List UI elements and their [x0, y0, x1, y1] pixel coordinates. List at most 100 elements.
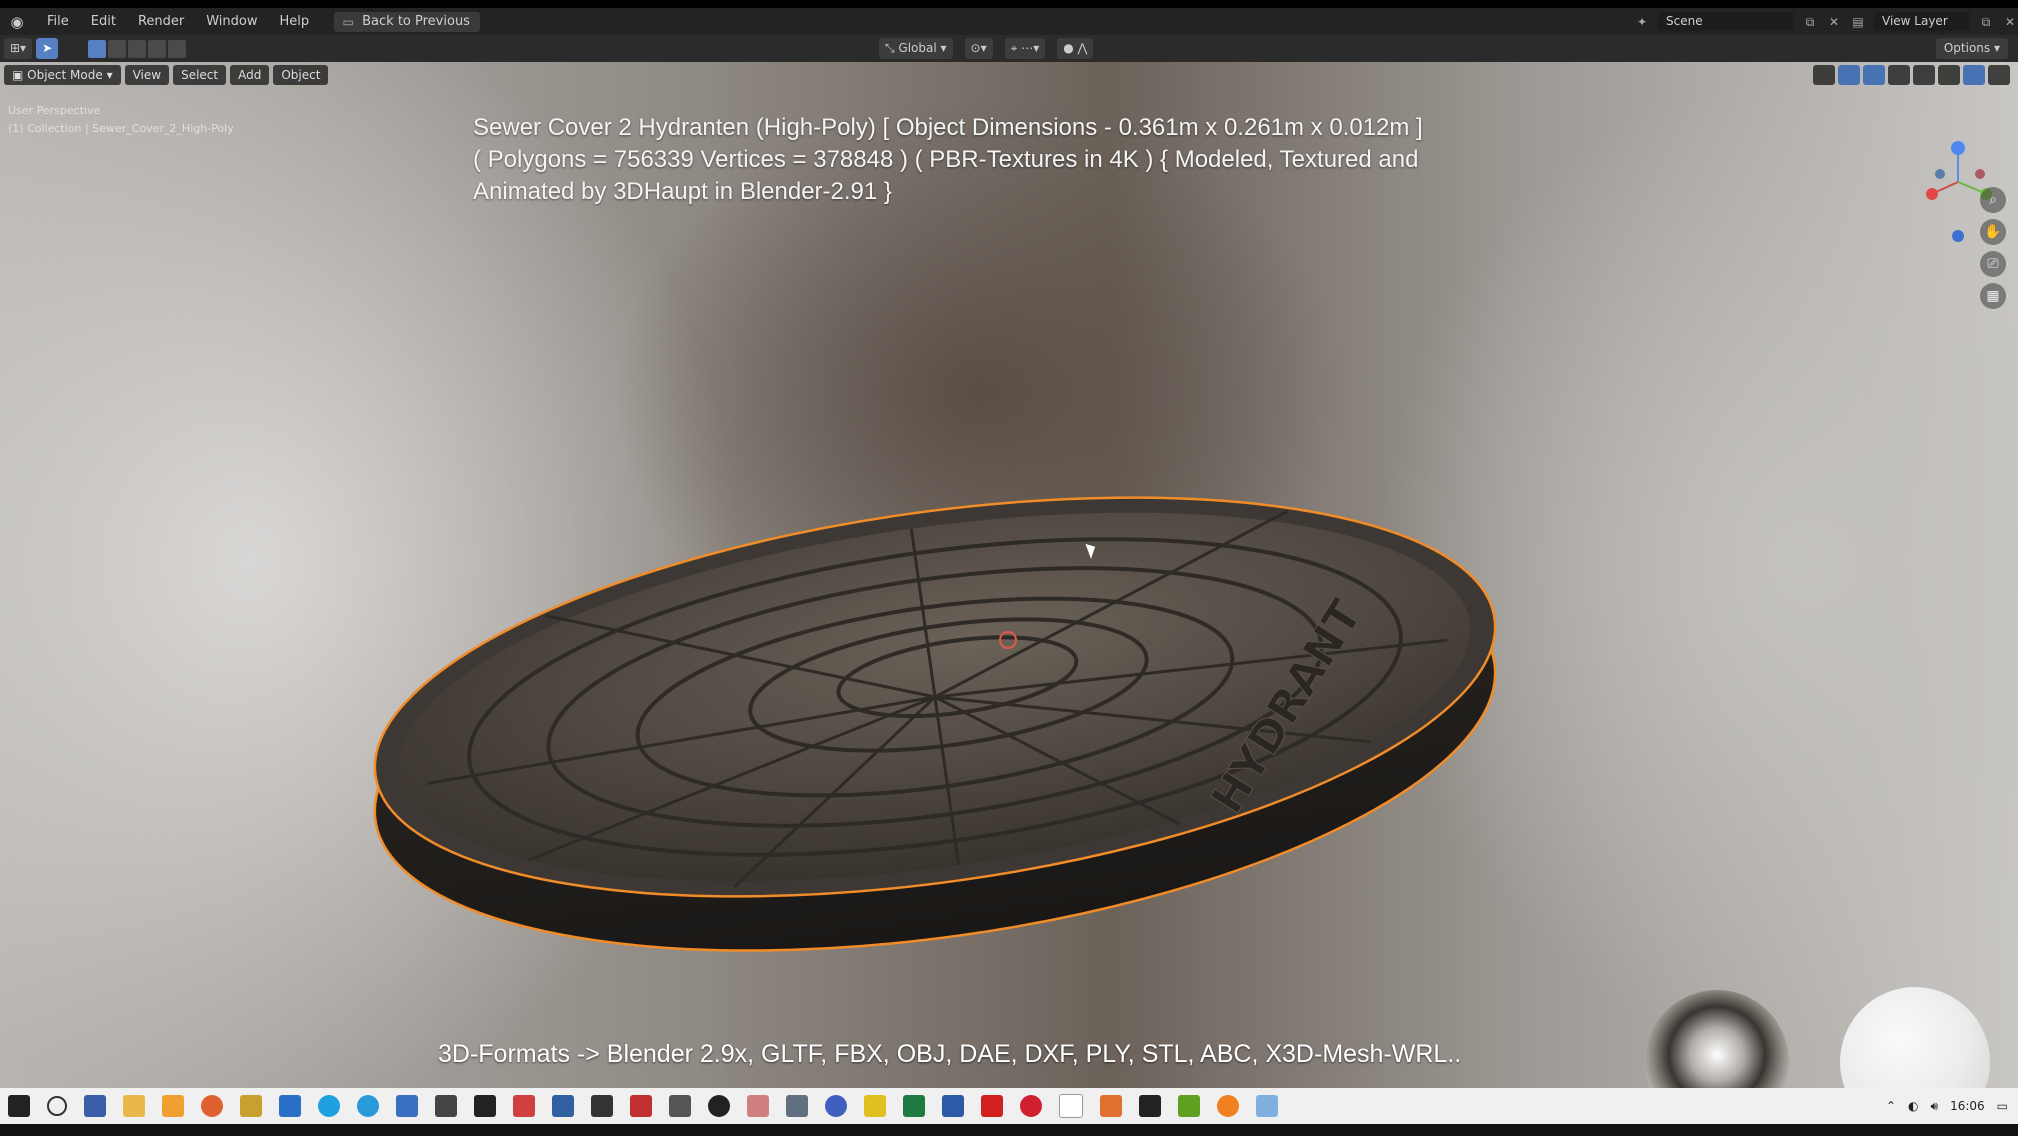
app-icon-8[interactable]: [669, 1095, 691, 1117]
navigation-gizmo[interactable]: [1898, 124, 2018, 364]
screen-icon: ▭: [342, 14, 354, 29]
terminal-icon[interactable]: [1139, 1095, 1161, 1117]
zoom-icon[interactable]: ⌕: [1980, 187, 2006, 213]
selection-mode-group: [88, 39, 187, 58]
overlay-toggle-icon[interactable]: [1863, 65, 1885, 85]
options-label: Options: [1943, 41, 1991, 55]
skype-icon[interactable]: [318, 1095, 340, 1117]
app-icon-9[interactable]: [708, 1095, 730, 1117]
description-line-3: Animated by 3DHaupt in Blender-2.91 }: [473, 178, 892, 205]
view-perspective-label: User Perspective: [8, 104, 101, 117]
app-icon-4[interactable]: [513, 1095, 535, 1117]
tool-settings-bar: ⊞▾ ➤ ⤡ Global ▾ ⊙▾ ⌖ ⋯▾ ● ⋀ Options ▾: [0, 35, 2018, 62]
menu-file[interactable]: File: [36, 8, 80, 35]
app-icon-13[interactable]: [864, 1095, 886, 1117]
opera-icon[interactable]: [1020, 1095, 1042, 1117]
close-layer-icon[interactable]: ✕: [2002, 14, 2018, 30]
save-icon[interactable]: [84, 1095, 106, 1117]
unity-icon[interactable]: [474, 1095, 496, 1117]
search-icon[interactable]: [47, 1096, 67, 1116]
editor-type-icon[interactable]: ⊞▾: [4, 38, 33, 59]
app-icon-10[interactable]: [747, 1095, 769, 1117]
scene-icon[interactable]: ✦: [1634, 14, 1650, 30]
view-layer-icon[interactable]: ▤: [1850, 14, 1866, 30]
firefox-icon[interactable]: [201, 1095, 223, 1117]
back-to-previous-button[interactable]: ▭ Back to Previous: [334, 11, 480, 32]
material-preview-shading-icon[interactable]: [1963, 65, 1985, 85]
wireframe-shading-icon[interactable]: [1913, 65, 1935, 85]
sewer-cover-model[interactable]: HYDRANT: [360, 452, 1520, 972]
windows-taskbar: ⌃ ◐ 🔊︎ 16:06 ▭: [0, 1088, 2018, 1124]
select-menu[interactable]: Select: [173, 65, 227, 85]
scene-field[interactable]: Scene: [1658, 12, 1794, 31]
object-mode-dropdown[interactable]: ▣ Object Mode ▾: [4, 65, 121, 85]
menu-render[interactable]: Render: [127, 8, 195, 35]
start-menu-icon[interactable]: [8, 1095, 30, 1117]
select-subtract-icon[interactable]: [128, 39, 147, 58]
options-dropdown[interactable]: Options ▾: [1935, 38, 2008, 59]
viewport-overlay-info: User Perspective (1) Collection | Sewer_…: [8, 102, 234, 138]
workspace-controls: ✦ Scene ⧉ ✕ ▤ View Layer ⧉ ✕: [1634, 8, 2018, 35]
menu-window[interactable]: Window: [195, 8, 268, 35]
blender-taskbar-icon[interactable]: [1217, 1095, 1239, 1117]
app-icon-1[interactable]: [162, 1095, 184, 1117]
pan-hand-icon[interactable]: ✋: [1980, 219, 2006, 245]
bottom-edge: [0, 1124, 2018, 1136]
visibility-icon[interactable]: [1813, 65, 1835, 85]
app-icon-7[interactable]: [630, 1095, 652, 1117]
select-new-icon[interactable]: [88, 39, 107, 58]
app-icon-16[interactable]: [1178, 1095, 1200, 1117]
volume-icon[interactable]: 🔊︎: [1931, 1099, 1939, 1114]
app-icon-17[interactable]: [1256, 1095, 1278, 1117]
notes-icon[interactable]: [240, 1095, 262, 1117]
network-icon[interactable]: ◐: [1908, 1099, 1918, 1113]
perspective-toggle-icon[interactable]: ▦: [1980, 283, 2006, 309]
rendered-shading-icon[interactable]: [1988, 65, 2010, 85]
3d-viewport[interactable]: ▣ Object Mode ▾ View Select Add Object U…: [0, 62, 2018, 1088]
pivot-icon[interactable]: ⊙▾: [964, 38, 993, 59]
proportional-edit-icon[interactable]: ● ⋀: [1057, 38, 1094, 59]
file-explorer-icon[interactable]: [123, 1095, 145, 1117]
select-tool-icon[interactable]: ➤: [36, 38, 59, 59]
gizmo-z-axis: [1951, 141, 1965, 155]
excel-icon[interactable]: [903, 1095, 925, 1117]
notifications-icon[interactable]: ▭: [1997, 1099, 2008, 1113]
new-scene-icon[interactable]: ⧉: [1802, 14, 1818, 30]
view-layer-field[interactable]: View Layer: [1874, 12, 1970, 31]
edge-icon[interactable]: [357, 1095, 379, 1117]
blender-logo-icon[interactable]: ◉: [8, 13, 26, 31]
close-scene-icon[interactable]: ✕: [1826, 14, 1842, 30]
select-intersect-icon[interactable]: [168, 39, 187, 58]
app-icon-6[interactable]: [591, 1095, 613, 1117]
xray-toggle-icon[interactable]: [1888, 65, 1910, 85]
taskbar-clock[interactable]: 16:06: [1950, 1099, 1985, 1113]
outlook-icon[interactable]: [279, 1095, 301, 1117]
select-invert-icon[interactable]: [148, 39, 167, 58]
model-description-text: Sewer Cover 2 Hydranten (High-Poly) [ Ob…: [473, 112, 1473, 208]
viewport-header: ▣ Object Mode ▾ View Select Add Object: [0, 62, 2018, 88]
solid-shading-icon[interactable]: [1938, 65, 1960, 85]
app-icon-3[interactable]: [435, 1095, 457, 1117]
camera-view-icon[interactable]: ⎚: [1980, 251, 2006, 277]
app-icon-5[interactable]: [552, 1095, 574, 1117]
gizmo-toggle-icon[interactable]: [1838, 65, 1860, 85]
view-menu[interactable]: View: [124, 65, 170, 85]
gizmo-x-axis: [1926, 188, 1938, 200]
app-icon-11[interactable]: [786, 1095, 808, 1117]
object-menu[interactable]: Object: [273, 65, 329, 85]
snap-icon[interactable]: ⌖ ⋯▾: [1004, 38, 1046, 59]
menu-help[interactable]: Help: [269, 8, 321, 35]
menu-edit[interactable]: Edit: [80, 8, 127, 35]
app-icon-15[interactable]: [1100, 1095, 1122, 1117]
document-icon[interactable]: [1059, 1094, 1083, 1118]
orientation-dropdown[interactable]: ⤡ Global ▾: [879, 38, 953, 59]
select-extend-icon[interactable]: [108, 39, 127, 58]
new-layer-icon[interactable]: ⧉: [1978, 14, 1994, 30]
tray-chevron-up-icon[interactable]: ⌃: [1886, 1099, 1896, 1113]
hdri-reflection-preview-sphere: [1645, 990, 1789, 1088]
app-icon-2[interactable]: [396, 1095, 418, 1117]
word-icon[interactable]: [942, 1095, 964, 1117]
add-menu[interactable]: Add: [230, 65, 270, 85]
app-icon-12[interactable]: [825, 1095, 847, 1117]
app-icon-14[interactable]: [981, 1095, 1003, 1117]
